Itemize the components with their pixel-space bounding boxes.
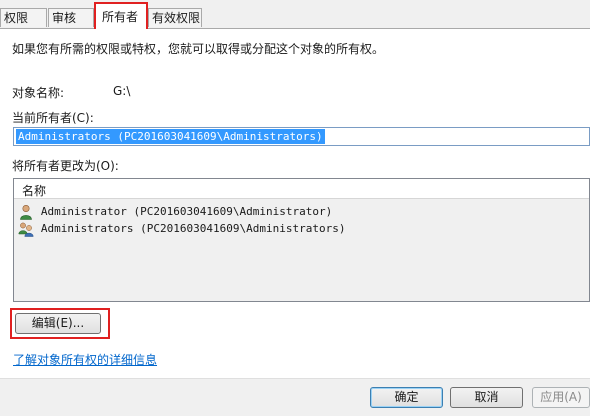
- list-item[interactable]: Administrators (PC201603041609\Administr…: [18, 220, 345, 237]
- tab-permissions[interactable]: 权限: [0, 8, 47, 27]
- current-owner-field[interactable]: Administrators (PC201603041609\Administr…: [13, 127, 590, 146]
- dialog-button-bar: 确定 取消 应用(A): [0, 378, 590, 416]
- group-icon: [18, 222, 34, 237]
- list-header-label: 名称: [22, 184, 47, 198]
- edit-button[interactable]: 编辑(E)...: [15, 313, 101, 334]
- owner-list[interactable]: 名称 Administrator (PC201603041609\Adminis…: [13, 178, 590, 302]
- owner-name: Administrators (PC201603041609\Administr…: [40, 222, 346, 235]
- list-header-name[interactable]: 名称: [14, 179, 589, 199]
- current-owner-value: Administrators (PC201603041609\Administr…: [16, 129, 325, 144]
- change-owner-label: 将所有者更改为(O):: [12, 159, 119, 173]
- apply-button[interactable]: 应用(A): [532, 387, 590, 408]
- tab-bar: 权限 审核 所有者 有效权限: [0, 0, 590, 29]
- cancel-button[interactable]: 取消: [450, 387, 523, 408]
- object-name-label: 对象名称:: [12, 86, 65, 100]
- tab-auditing[interactable]: 审核: [48, 8, 94, 27]
- tab-effective-permissions[interactable]: 有效权限: [148, 8, 202, 27]
- learn-ownership-link[interactable]: 了解对象所有权的详细信息: [13, 351, 157, 368]
- owner-name: Administrator (PC201603041609\Administra…: [40, 205, 333, 218]
- tab-owner[interactable]: 所有者: [94, 2, 148, 29]
- user-icon: [20, 204, 32, 220]
- list-item[interactable]: Administrator (PC201603041609\Administra…: [18, 203, 332, 220]
- intro-text: 如果您有所需的权限或特权，您就可以取得或分配这个对象的所有权。: [12, 42, 385, 56]
- current-owner-label: 当前所有者(C):: [12, 111, 94, 125]
- object-name-value: G:\: [113, 84, 131, 98]
- ok-button[interactable]: 确定: [370, 387, 443, 408]
